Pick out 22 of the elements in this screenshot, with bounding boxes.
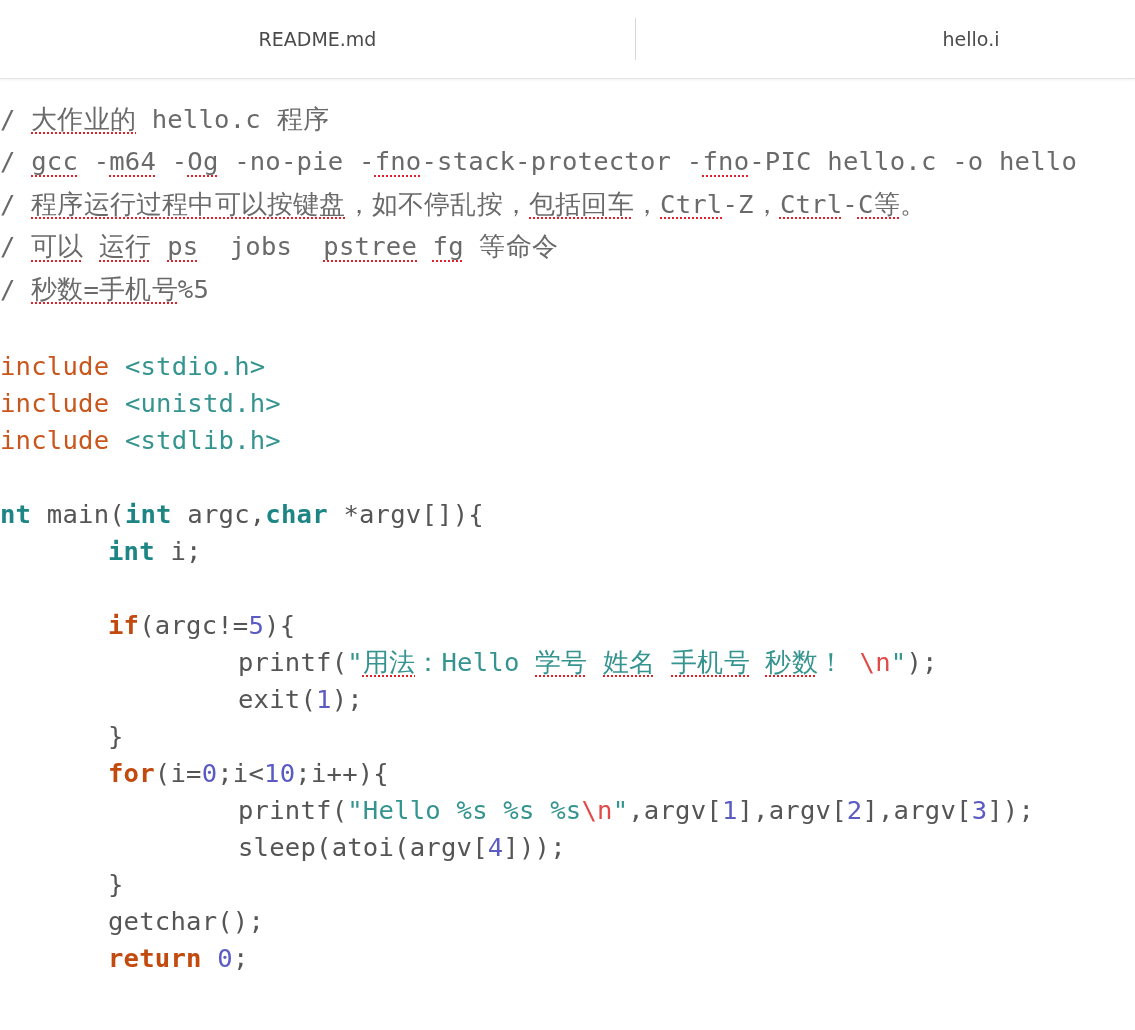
code-line: } xyxy=(108,720,124,752)
file-tab[interactable]: hello.i xyxy=(636,0,1135,78)
code-comment: / 可以 运行 ps jobs pstree fg 等命令 xyxy=(0,231,559,263)
code-line: printf("用法：Hello 学号 姓名 手机号 秒数！ \n"); xyxy=(238,646,938,678)
code-line: getchar(); xyxy=(108,905,265,937)
code-line: } xyxy=(108,868,124,900)
code-line: include <unistd.h> xyxy=(0,387,281,419)
code-line: exit(1); xyxy=(238,683,363,715)
code-comment: / 程序运行过程中可以按键盘，如不停乱按，包括回车，Ctrl-Z，Ctrl-C等。 xyxy=(0,188,926,220)
code-line: for(i=0;i<10;i++){ xyxy=(108,757,389,789)
code-line: printf("Hello %s %s %s\n",argv[1],argv[2],argv[3]); xyxy=(238,794,1035,826)
code-line: return 0; xyxy=(108,942,249,974)
code-line: include <stdio.h> xyxy=(0,350,266,382)
code-line: if(argc!=5){ xyxy=(108,609,296,641)
code-comment: / 秒数=手机号%5 xyxy=(0,273,210,305)
code-line: sleep(atoi(argv[4])); xyxy=(238,831,566,863)
file-tab[interactable]: README.md xyxy=(0,0,635,78)
code-line: int i; xyxy=(108,535,202,567)
code-comment: / gcc -m64 -Og -no-pie -fno-stack-protector -fno-PIC hello.c -o hello xyxy=(0,146,1078,178)
code-line: include <stdlib.h> xyxy=(0,424,281,456)
code-line: nt main(int argc,char *argv[]){ xyxy=(0,498,484,530)
code-comment: / 大作业的 hello.c 程序 xyxy=(0,103,329,135)
